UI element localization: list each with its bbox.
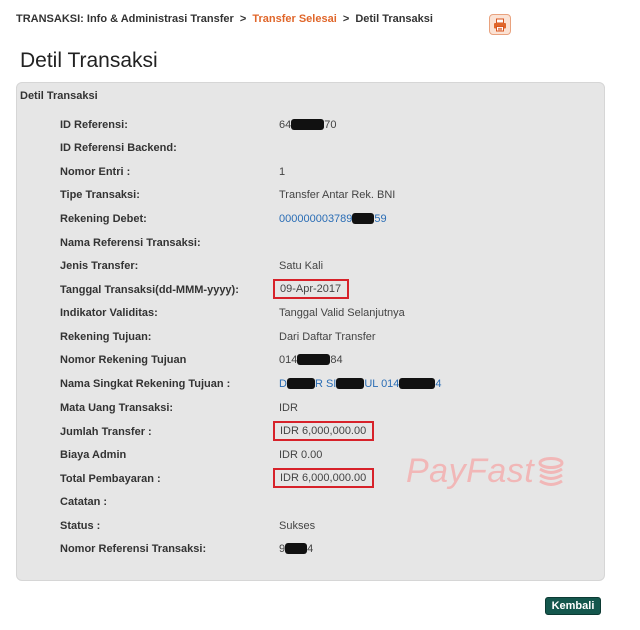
field-label: Jumlah Transfer : [60, 426, 152, 438]
breadcrumb-root: TRANSAKSI: Info & Administrasi Transfer [16, 13, 234, 25]
redaction-mark [352, 213, 375, 224]
field-value: IDR [279, 402, 298, 414]
field-id-referensi: ID Referensi: 64 70 [17, 116, 604, 136]
field-label: Catatan : [60, 496, 108, 508]
print-button[interactable] [489, 14, 511, 35]
field-value: Dari Daftar Transfer [279, 331, 376, 343]
field-value: Sukses [279, 520, 316, 532]
field-label: Nama Referensi Transaksi: [60, 237, 201, 249]
field-label: Status : [60, 520, 101, 532]
field-value: Tanggal Valid Selanjutnya [279, 307, 405, 319]
coin-stack-icon [538, 456, 564, 486]
redaction-mark [286, 378, 315, 389]
payfast-watermark: PayFast [406, 452, 564, 491]
field-rekening-tujuan: Rekening Tujuan: Dari Daftar Transfer [17, 328, 604, 348]
field-indikator-validitas: Indikator Validitas: Tanggal Valid Selan… [17, 304, 604, 324]
field-mata-uang: Mata Uang Transaksi: IDR [17, 399, 604, 419]
field-value: 1 [279, 166, 286, 178]
field-value: IDR 0.00 [279, 449, 323, 461]
field-value-highlighted: IDR 6,000,000.00 [273, 468, 375, 488]
field-nama-singkat-rekening: Nama Singkat Rekening Tujuan : DR SI UL 0… [17, 375, 604, 395]
field-tanggal-transaksi: Tanggal Transaksi(dd-MMM-yyyy): 09-Apr-2… [17, 279, 604, 301]
field-value: Transfer Antar Rek. BNI [279, 189, 396, 201]
redaction-mark [297, 354, 331, 365]
field-label: Mata Uang Transaksi: [60, 402, 174, 414]
page-title: Detil Transaksi [20, 49, 158, 72]
field-value: 014 84 [279, 354, 343, 366]
watermark-text: PayFast [406, 452, 535, 490]
field-status: Status : Sukses [17, 517, 604, 537]
field-label: Tanggal Transaksi(dd-MMM-yyyy): [60, 284, 239, 296]
transaction-detail-panel: Detil Transaksi ID Referensi: 64 70 ID Re… [16, 82, 605, 581]
field-label: Rekening Debet: [60, 213, 147, 225]
field-tipe-transaksi: Tipe Transaksi: Transfer Antar Rek. BNI [17, 186, 604, 206]
field-label: Total Pembayaran : [60, 473, 161, 485]
panel-title: Detil Transaksi [20, 90, 98, 102]
field-label: Nomor Referensi Transaksi: [60, 543, 207, 555]
field-label: Jenis Transfer: [60, 260, 139, 272]
field-label: Nomor Entri : [60, 166, 131, 178]
field-jumlah-transfer: Jumlah Transfer : IDR 6,000,000.00 [17, 421, 604, 443]
field-rekening-debet: Rekening Debet: 000000003789 59 [17, 210, 604, 230]
field-label: Indikator Validitas: [60, 307, 158, 319]
breadcrumb-separator: > [239, 13, 247, 25]
redaction-mark [399, 378, 436, 389]
field-label: Nomor Rekening Tujuan [60, 354, 187, 366]
redaction-mark [336, 378, 365, 389]
field-label: ID Referensi Backend: [60, 142, 177, 154]
field-nomor-rekening-tujuan: Nomor Rekening Tujuan 014 84 [17, 351, 604, 371]
field-value: 64 70 [279, 119, 337, 131]
field-nomor-entri: Nomor Entri : 1 [17, 163, 604, 183]
breadcrumb-link-transfer-selesai[interactable]: Transfer Selesai [252, 13, 336, 25]
field-label: Rekening Tujuan: [60, 331, 152, 343]
field-value: Satu Kali [279, 260, 324, 272]
field-value-highlighted: 09-Apr-2017 [273, 279, 350, 299]
breadcrumb-separator: > [342, 13, 350, 25]
field-value: 94 [279, 543, 314, 555]
field-catatan: Catatan : [17, 493, 604, 513]
nama-singkat-rekening-link[interactable]: DR SI UL 014 4 [279, 378, 442, 390]
field-nomor-referensi-transaksi: Nomor Referensi Transaksi: 94 [17, 540, 604, 560]
redaction-mark [291, 119, 325, 130]
breadcrumb-current: Detil Transaksi [355, 13, 433, 25]
field-label: Tipe Transaksi: [60, 189, 140, 201]
field-nama-referensi: Nama Referensi Transaksi: [17, 234, 604, 254]
field-label: Nama Singkat Rekening Tujuan : [60, 378, 231, 390]
field-label: Biaya Admin [60, 449, 127, 461]
field-jenis-transfer: Jenis Transfer: Satu Kali [17, 257, 604, 277]
field-id-referensi-backend: ID Referensi Backend: [17, 139, 604, 159]
printer-icon [494, 18, 506, 31]
field-label: ID Referensi: [60, 119, 128, 131]
back-button[interactable]: Kembali [545, 597, 601, 615]
redaction-mark [285, 543, 308, 554]
field-value-highlighted: IDR 6,000,000.00 [273, 421, 375, 441]
breadcrumb: TRANSAKSI: Info & Administrasi Transfer … [16, 13, 433, 25]
rekening-debet-link[interactable]: 000000003789 59 [279, 213, 387, 225]
